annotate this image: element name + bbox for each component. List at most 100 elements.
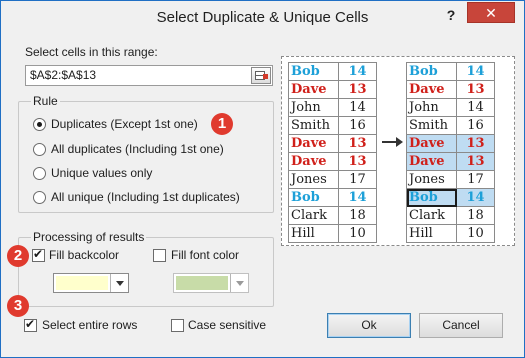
preview-value-cell: 10: [456, 224, 495, 243]
preview-row: Dave 13: [288, 134, 377, 153]
preview-value-cell: 13: [456, 80, 495, 99]
preview-value-cell: 14: [456, 188, 495, 207]
preview-name-cell: Bob: [288, 188, 339, 207]
preview-row: John 14: [406, 98, 495, 117]
preview-row: Jones 17: [288, 170, 377, 189]
preview-row: Clark 18: [288, 206, 377, 225]
preview-row: Smith 16: [288, 116, 377, 135]
dialog-window: Select Duplicate & Unique Cells ? ✕ Sele…: [0, 0, 525, 358]
preview-before-table: Bob 14 Dave 13 John 14 Smith 16 Dave 13 Dave 13 Jone…: [288, 62, 377, 243]
preview-value-cell: 13: [338, 152, 377, 171]
preview-value-cell: 17: [456, 170, 495, 189]
radio-all-duplicates[interactable]: [33, 143, 46, 156]
radio-unique-values-only-label[interactable]: Unique values only: [51, 166, 152, 180]
chevron-down-icon[interactable]: [110, 274, 128, 292]
preview-value-cell: 16: [338, 116, 377, 135]
preview-value-cell: 18: [338, 206, 377, 225]
preview-row: Dave 13: [288, 80, 377, 99]
radio-all-unique-label[interactable]: All unique (Including 1st duplicates): [51, 190, 240, 204]
preview-value-cell: 16: [456, 116, 495, 135]
arrow-right-icon: [382, 137, 403, 147]
preview-row: Clark 18: [406, 206, 495, 225]
preview-row: John 14: [288, 98, 377, 117]
ok-button[interactable]: Ok: [327, 313, 411, 338]
preview-value-cell: 14: [338, 62, 377, 81]
preview-row: Bob 14: [288, 62, 377, 81]
preview-row: Bob 14: [406, 62, 495, 81]
preview-row: Dave 13: [406, 134, 495, 153]
fill-font-color-label[interactable]: Fill font color: [171, 248, 239, 262]
preview-value-cell: 14: [338, 98, 377, 117]
rule-group-title: Rule: [31, 94, 60, 108]
close-button[interactable]: ✕: [467, 2, 515, 23]
range-picker-arrow-icon: [263, 74, 268, 79]
preview-name-cell: Bob: [406, 62, 457, 81]
preview-value-cell: 18: [456, 206, 495, 225]
backcolor-picker[interactable]: [53, 273, 129, 293]
preview-row: Hill 10: [288, 224, 377, 243]
preview-name-cell: Jones: [406, 170, 457, 189]
radio-all-duplicates-label[interactable]: All duplicates (Including 1st one): [51, 142, 224, 156]
preview-name-cell: Dave: [288, 134, 339, 153]
title-bar: Select Duplicate & Unique Cells ? ✕: [1, 1, 524, 33]
fill-backcolor-checkbox[interactable]: [32, 247, 45, 262]
preview-row: Jones 17: [406, 170, 495, 189]
backcolor-swatch: [56, 276, 108, 290]
preview-name-cell: Clark: [406, 206, 457, 225]
step-badge-2: 2: [7, 245, 29, 267]
preview-row: Bob 14: [406, 188, 495, 207]
preview-row: Dave 13: [406, 152, 495, 171]
preview-row: Dave 13: [406, 80, 495, 99]
range-input[interactable]: $A$2:$A$13: [25, 65, 273, 86]
preview-value-cell: 14: [456, 62, 495, 81]
case-sensitive-checkbox[interactable]: [171, 319, 184, 332]
font-color-swatch: [176, 276, 228, 290]
preview-name-cell: Smith: [406, 116, 457, 135]
preview-after-table: Bob 14 Dave 13 John 14 Smith 16 Dave 13 Dave 13 Jone…: [406, 62, 495, 243]
preview-name-cell: Smith: [288, 116, 339, 135]
preview-name-cell: Hill: [288, 224, 339, 243]
step-badge-1: 1: [211, 113, 233, 135]
preview-value-cell: 13: [456, 152, 495, 171]
preview-name-cell: Hill: [406, 224, 457, 243]
preview-name-cell: John: [406, 98, 457, 117]
chevron-down-icon[interactable]: [230, 274, 248, 292]
preview-name-cell: Dave: [406, 152, 457, 171]
preview-name-cell: Jones: [288, 170, 339, 189]
help-button[interactable]: ?: [439, 7, 463, 27]
preview-name-cell: Bob: [288, 62, 339, 81]
range-picker-button[interactable]: [251, 67, 271, 84]
font-color-picker[interactable]: [173, 273, 249, 293]
select-entire-rows-checkbox[interactable]: [24, 317, 37, 332]
preview-name-cell: Dave: [288, 152, 339, 171]
preview-value-cell: 14: [338, 188, 377, 207]
select-entire-rows-label[interactable]: Select entire rows: [42, 318, 137, 332]
radio-duplicates-except-first-label[interactable]: Duplicates (Except 1st one): [51, 117, 198, 131]
preview-name-cell: Dave: [406, 134, 457, 153]
preview-value-cell: 13: [456, 134, 495, 153]
preview-value-cell: 10: [338, 224, 377, 243]
preview-illustration: Bob 14 Dave 13 John 14 Smith 16 Dave 13 Dave 13 Jone…: [281, 56, 515, 246]
cancel-button[interactable]: Cancel: [419, 313, 503, 338]
range-label: Select cells in this range:: [25, 45, 158, 59]
preview-name-cell: Clark: [288, 206, 339, 225]
preview-name-cell: John: [288, 98, 339, 117]
preview-value-cell: 14: [456, 98, 495, 117]
preview-row: Bob 14: [288, 188, 377, 207]
fill-backcolor-label[interactable]: Fill backcolor: [49, 248, 119, 262]
preview-value-cell: 13: [338, 134, 377, 153]
step-badge-3: 3: [7, 295, 29, 317]
case-sensitive-label[interactable]: Case sensitive: [188, 318, 266, 332]
fill-font-color-checkbox[interactable]: [153, 249, 166, 262]
radio-duplicates-except-first[interactable]: [33, 118, 46, 131]
preview-row: Hill 10: [406, 224, 495, 243]
preview-name-cell: Dave: [288, 80, 339, 99]
preview-name-cell: Bob: [406, 188, 457, 207]
radio-all-unique[interactable]: [33, 191, 46, 204]
preview-value-cell: 17: [338, 170, 377, 189]
preview-name-cell: Dave: [406, 80, 457, 99]
preview-value-cell: 13: [338, 80, 377, 99]
preview-row: Smith 16: [406, 116, 495, 135]
radio-unique-values-only[interactable]: [33, 167, 46, 180]
processing-group-title: Processing of results: [31, 230, 147, 244]
